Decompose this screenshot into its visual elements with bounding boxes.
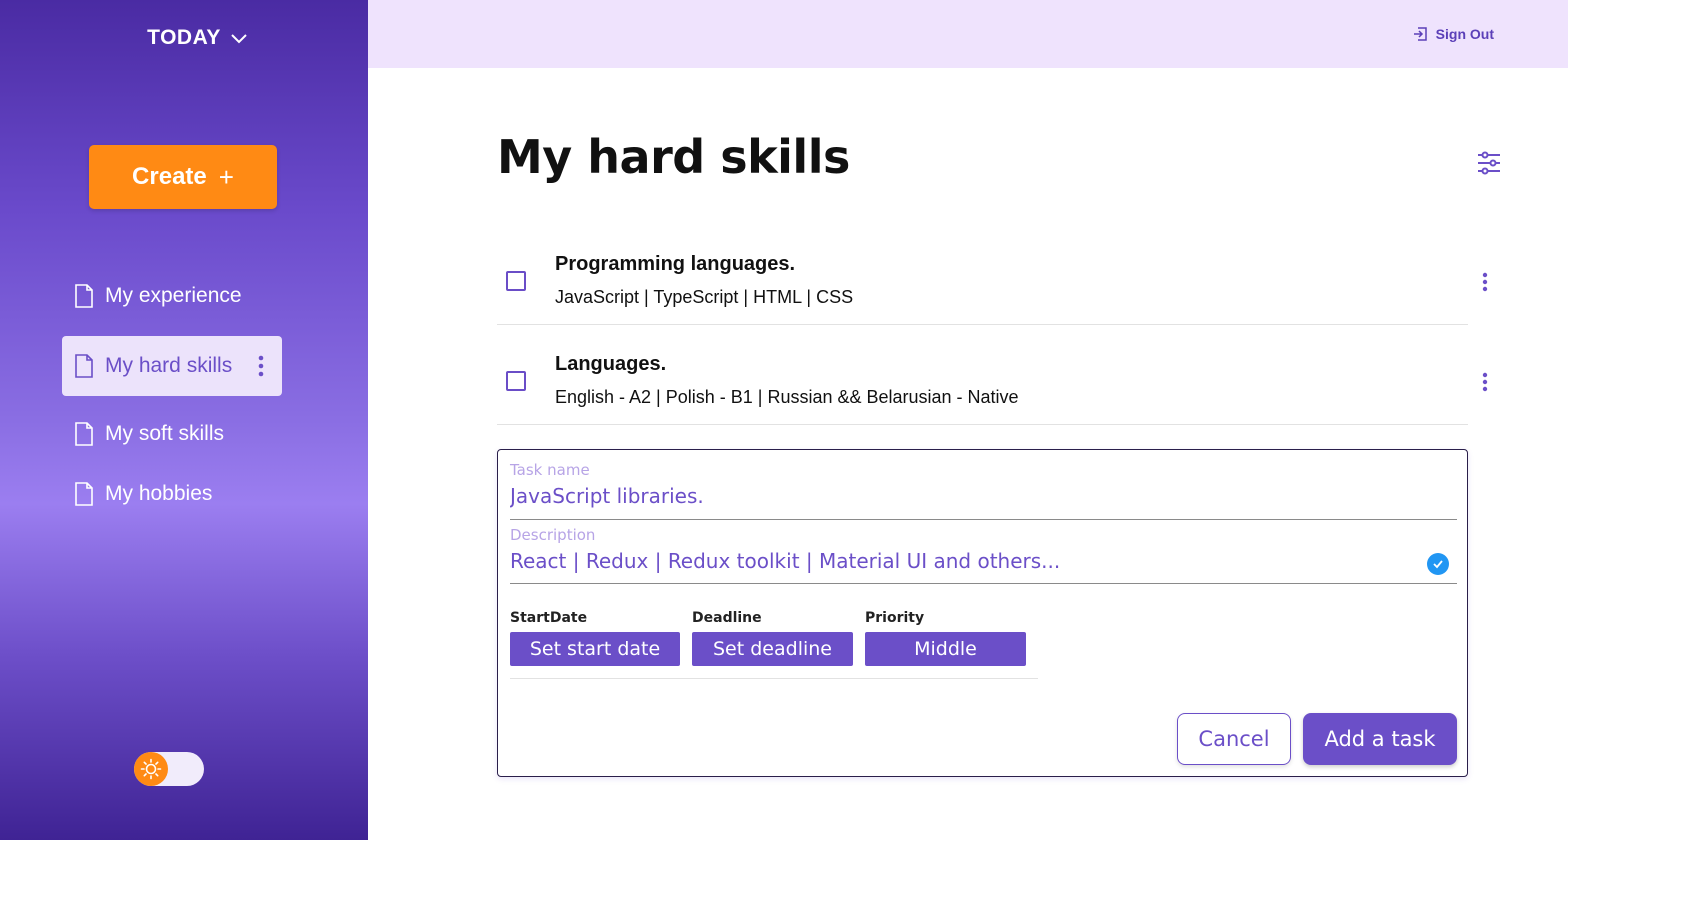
sidebar-item-my-hard-skills[interactable]: My hard skills xyxy=(62,336,282,396)
task-name: Programming languages. xyxy=(555,253,796,275)
sidebar-item-my-soft-skills[interactable]: My soft skills xyxy=(62,404,282,464)
more-vert-icon[interactable] xyxy=(1482,372,1488,392)
theme-toggle[interactable] xyxy=(134,752,204,786)
set-start-date-button[interactable]: Set start date xyxy=(510,632,680,666)
page-title: My hard skills xyxy=(497,130,850,184)
plus-icon: + xyxy=(218,161,234,192)
task-name-underline xyxy=(510,519,1457,520)
more-vert-icon[interactable] xyxy=(1482,272,1488,292)
sidebar-item-my-hobbies[interactable]: My hobbies xyxy=(62,464,282,524)
priority-select[interactable]: Middle xyxy=(865,632,1026,666)
add-task-button[interactable]: Add a task xyxy=(1303,713,1457,765)
task-name-label: Task name xyxy=(510,461,590,479)
document-icon xyxy=(75,422,93,446)
date-selector[interactable]: TODAY xyxy=(0,26,396,50)
task-row: Languages. English - A2 | Polish - B1 | … xyxy=(497,325,1488,425)
set-deadline-button[interactable]: Set deadline xyxy=(692,632,853,666)
top-bar: Sign Out xyxy=(368,0,1568,68)
task-checkbox[interactable] xyxy=(506,371,526,391)
cancel-button[interactable]: Cancel xyxy=(1177,713,1291,765)
task-name-input[interactable] xyxy=(510,484,1457,508)
sidebar-item-label: My experience xyxy=(105,284,242,307)
theme-toggle-knob xyxy=(134,752,168,786)
description-label: Description xyxy=(510,526,596,544)
task-name: Languages. xyxy=(555,353,667,375)
document-icon xyxy=(75,284,93,308)
task-checkbox[interactable] xyxy=(506,271,526,291)
sidebar-item-label: My hobbies xyxy=(105,482,213,505)
new-task-form: Task name Description StartDate Set star… xyxy=(497,449,1468,777)
description-underline xyxy=(510,583,1457,584)
sidebar-item-label: My soft skills xyxy=(105,422,225,445)
sign-out-icon xyxy=(1413,27,1427,41)
sidebar: TODAY Create + My experience My hard ski… xyxy=(0,0,368,840)
sign-out-button[interactable]: Sign Out xyxy=(1412,26,1494,42)
date-selector-label: TODAY xyxy=(147,26,221,49)
filter-settings-icon[interactable] xyxy=(1476,150,1502,176)
sun-icon xyxy=(140,758,162,780)
task-row: Programming languages. JavaScript | Type… xyxy=(497,225,1488,325)
sidebar-item-my-experience[interactable]: My experience xyxy=(62,266,282,326)
sidebar-item-label: My hard skills xyxy=(105,354,233,377)
start-date-label: StartDate xyxy=(510,610,588,626)
document-icon xyxy=(75,354,93,378)
priority-label: Priority xyxy=(865,610,925,626)
sign-out-label: Sign Out xyxy=(1435,26,1494,42)
create-button[interactable]: Create + xyxy=(89,145,277,209)
check-circle-icon xyxy=(1427,553,1449,575)
chevron-down-icon xyxy=(231,34,247,44)
divider xyxy=(510,678,1038,679)
task-description: English - A2 | Polish - B1 | Russian && … xyxy=(555,387,1019,407)
deadline-label: Deadline xyxy=(692,610,762,626)
create-button-label: Create xyxy=(132,163,207,190)
document-icon xyxy=(75,482,93,506)
task-description: JavaScript | TypeScript | HTML | CSS xyxy=(555,287,854,307)
description-input[interactable] xyxy=(510,549,1415,573)
more-vert-icon[interactable] xyxy=(258,354,264,378)
